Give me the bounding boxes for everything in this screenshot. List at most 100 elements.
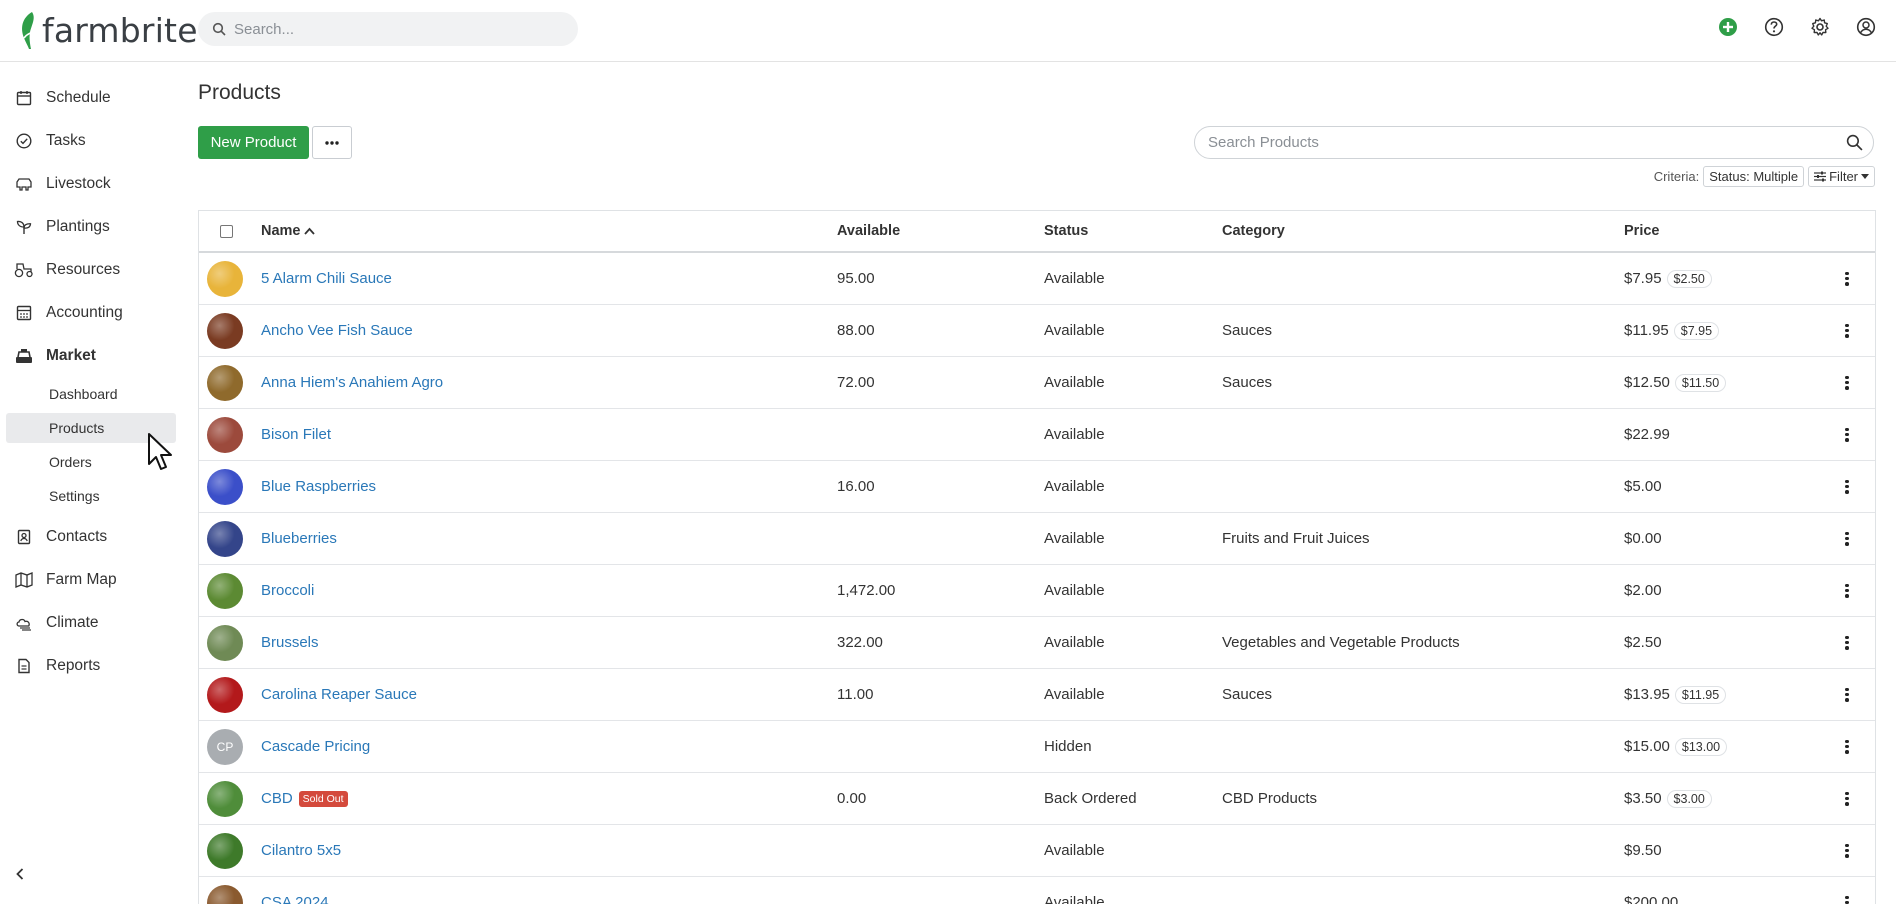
sidebar-item-farm-map[interactable]: Farm Map <box>0 560 184 600</box>
table-row[interactable]: Anna Hiem's Anahiem Agro 72.00 Available Sa… <box>199 357 1875 409</box>
product-thumbnail[interactable] <box>207 624 243 661</box>
price-value: $2.00 <box>1624 582 1662 599</box>
row-actions-kebab-icon[interactable] <box>1839 479 1855 495</box>
product-name-link[interactable]: Cascade Pricing <box>261 738 370 755</box>
sidebar-item-accounting[interactable]: Accounting <box>0 293 184 333</box>
calendar-icon <box>14 88 34 108</box>
column-category-header[interactable]: Category <box>1222 211 1285 251</box>
table-row[interactable]: CSA 2024 Available $200.00 <box>199 877 1875 904</box>
table-row[interactable]: Blue Raspberries 16.00 Available $5.00 <box>199 461 1875 513</box>
product-thumbnail[interactable] <box>207 884 243 904</box>
global-search-input[interactable] <box>234 20 554 38</box>
filter-button[interactable]: Filter <box>1808 166 1875 187</box>
sidebar-item-resources[interactable]: Resources <box>0 250 184 290</box>
sale-price-pill: $13.00 <box>1674 737 1728 756</box>
product-name-link[interactable]: Bison Filet <box>261 426 331 443</box>
new-product-button[interactable]: New Product <box>198 126 309 159</box>
product-thumbnail[interactable] <box>207 260 243 297</box>
select-all-checkbox[interactable] <box>220 211 233 251</box>
product-thumbnail[interactable] <box>207 312 243 349</box>
row-actions-kebab-icon[interactable] <box>1839 687 1855 703</box>
product-name-link[interactable]: Ancho Vee Fish Sauce <box>261 322 413 339</box>
row-actions-kebab-icon[interactable] <box>1839 583 1855 599</box>
row-actions-kebab-icon[interactable] <box>1839 843 1855 859</box>
top-icons <box>1716 15 1878 39</box>
leaf-logo-icon <box>22 12 37 49</box>
sidebar-item-contacts[interactable]: Contacts <box>0 517 184 557</box>
product-thumbnail[interactable] <box>207 780 243 817</box>
add-icon[interactable] <box>1716 15 1740 39</box>
category-cell: CBD Products <box>1222 790 1318 807</box>
search-icon[interactable] <box>1846 134 1863 155</box>
product-thumbnail[interactable] <box>207 416 243 453</box>
column-status-header[interactable]: Status <box>1044 211 1088 251</box>
farmbrite-logo[interactable]: farmbrite <box>18 8 198 52</box>
table-row[interactable]: Cilantro 5x5 Available $9.50 <box>199 825 1875 877</box>
sale-price-pill: $11.50 <box>1674 373 1727 392</box>
product-thumbnail[interactable] <box>207 468 243 505</box>
product-thumbnail[interactable] <box>207 364 243 401</box>
product-name-link[interactable]: Anna Hiem's Anahiem Agro <box>261 374 443 391</box>
product-thumbnail[interactable] <box>207 520 243 557</box>
product-thumbnail[interactable] <box>207 572 243 609</box>
product-name-link[interactable]: Cilantro 5x5 <box>261 842 341 859</box>
status-criteria-chip[interactable]: Status: Multiple <box>1703 166 1805 187</box>
help-icon[interactable] <box>1762 15 1786 39</box>
row-actions-kebab-icon[interactable] <box>1839 427 1855 443</box>
sidebar-item-tasks[interactable]: Tasks <box>0 121 184 161</box>
sidebar-item-schedule[interactable]: Schedule <box>0 78 184 118</box>
row-actions-kebab-icon[interactable] <box>1839 739 1855 755</box>
column-price-header[interactable]: Price <box>1624 211 1659 251</box>
collapse-sidebar-icon[interactable] <box>12 866 32 886</box>
row-actions-kebab-icon[interactable] <box>1839 635 1855 651</box>
row-actions-kebab-icon[interactable] <box>1839 895 1855 904</box>
table-row[interactable]: CBD Sold Out 0.00 Back Ordered CBD Products $… <box>199 773 1875 825</box>
price-value: $3.50 <box>1624 790 1662 807</box>
product-thumbnail[interactable] <box>207 832 243 869</box>
product-initials-avatar[interactable]: CP <box>207 728 243 765</box>
product-name-link[interactable]: 5 Alarm Chili Sauce <box>261 270 392 287</box>
table-row[interactable]: CP Cascade Pricing Hidden $15.00 $13.00 <box>199 721 1875 773</box>
column-name-header[interactable]: Name <box>261 211 315 251</box>
product-search[interactable] <box>1194 126 1874 159</box>
row-actions-kebab-icon[interactable] <box>1839 271 1855 287</box>
sidebar-item-market[interactable]: Market <box>0 336 184 376</box>
product-name-link[interactable]: CSA 2024 <box>261 894 329 904</box>
product-name-link[interactable]: Broccoli <box>261 582 314 599</box>
table-row[interactable]: Carolina Reaper Sauce 11.00 Available Sauce… <box>199 669 1875 721</box>
status-cell: Available <box>1044 686 1105 703</box>
sidebar-item-reports[interactable]: Reports <box>0 646 184 686</box>
table-row[interactable]: Blueberries Available Fruits and Fruit Jui… <box>199 513 1875 565</box>
table-row[interactable]: Brussels 322.00 Available Vegetables and Ve… <box>199 617 1875 669</box>
row-actions-kebab-icon[interactable] <box>1839 323 1855 339</box>
table-row[interactable]: 5 Alarm Chili Sauce 95.00 Available $7.95 $2… <box>199 253 1875 305</box>
sidebar-item-plantings[interactable]: Plantings <box>0 207 184 247</box>
more-actions-button[interactable] <box>312 126 352 159</box>
table-row[interactable]: Ancho Vee Fish Sauce 88.00 Available Sauces… <box>199 305 1875 357</box>
sidebar-item-livestock[interactable]: Livestock <box>0 164 184 204</box>
product-name-link[interactable]: Carolina Reaper Sauce <box>261 686 417 703</box>
user-icon[interactable] <box>1854 15 1878 39</box>
product-name-link[interactable]: Blue Raspberries <box>261 478 376 495</box>
settings-icon[interactable] <box>1808 15 1832 39</box>
product-name-link[interactable]: CBD <box>261 790 293 807</box>
product-search-input[interactable] <box>1208 134 1808 151</box>
product-name-link[interactable]: Blueberries <box>261 530 337 547</box>
sidebar-item-label: Reports <box>46 657 101 674</box>
subitem-label: Products <box>49 420 105 436</box>
row-actions-kebab-icon[interactable] <box>1839 791 1855 807</box>
row-actions-kebab-icon[interactable] <box>1839 531 1855 547</box>
table-row[interactable]: Bison Filet Available $22.99 <box>199 409 1875 461</box>
product-thumbnail[interactable] <box>207 676 243 713</box>
available-cell: 88.00 <box>837 322 875 339</box>
price-value: $15.00 <box>1624 738 1670 755</box>
sidebar-item-climate[interactable]: Climate <box>0 603 184 643</box>
global-search[interactable] <box>198 12 578 46</box>
column-available-header[interactable]: Available <box>837 211 900 251</box>
row-actions-kebab-icon[interactable] <box>1839 375 1855 391</box>
price-value: $5.00 <box>1624 478 1662 495</box>
sidebar-subitem-dashboard[interactable]: Dashboard <box>6 379 176 409</box>
sidebar-subitem-settings[interactable]: Settings <box>6 481 176 511</box>
table-row[interactable]: Broccoli 1,472.00 Available $2.00 <box>199 565 1875 617</box>
product-name-link[interactable]: Brussels <box>261 634 319 651</box>
